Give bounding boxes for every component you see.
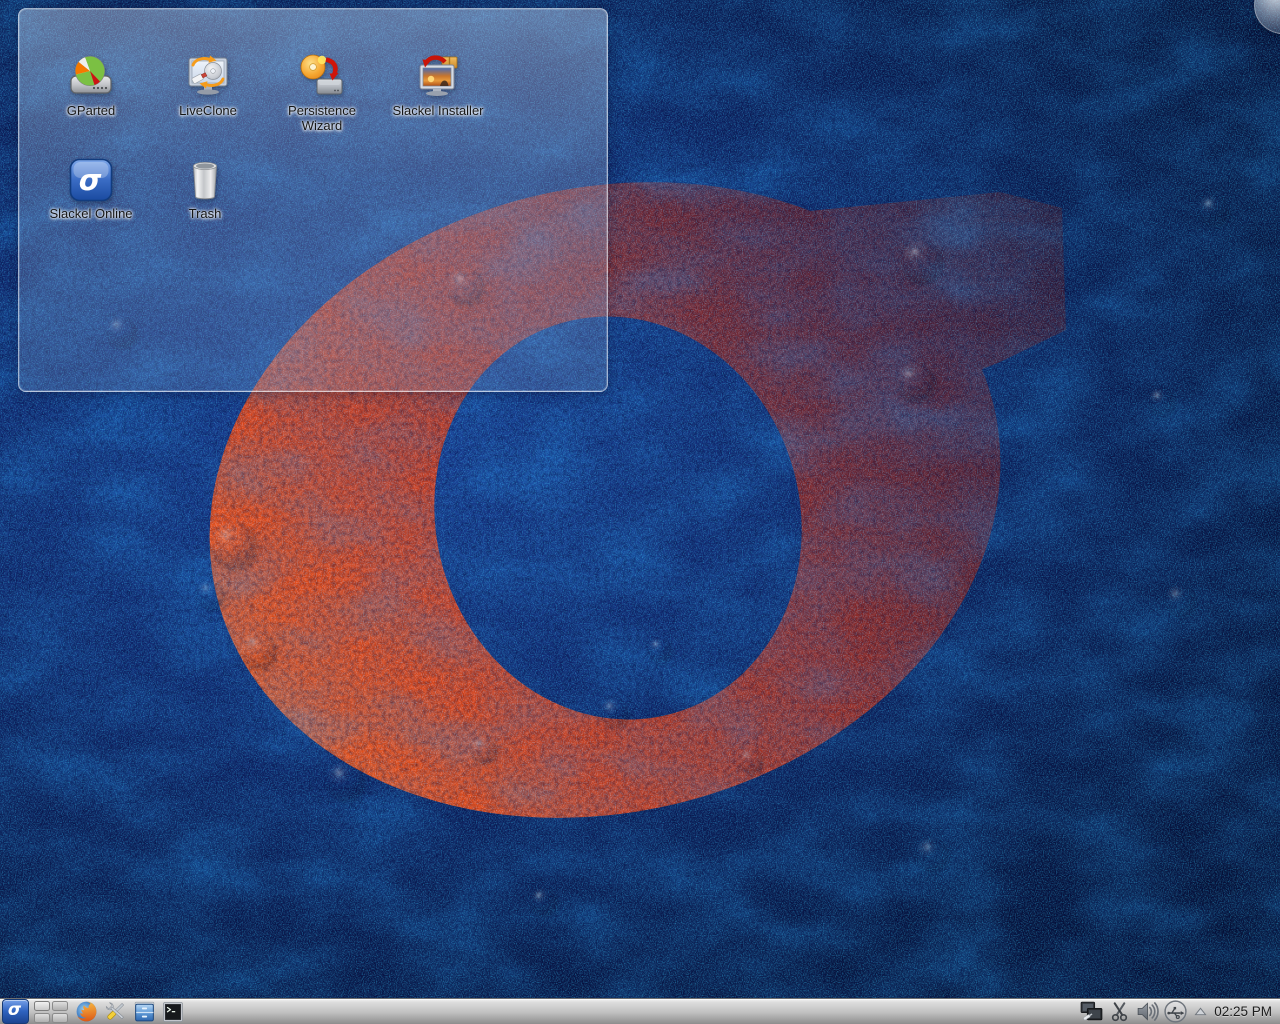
pager-desktop-4[interactable] — [52, 1013, 68, 1023]
taskbar-panel: σ — [0, 998, 1280, 1024]
desktop-icon-slackel-online[interactable]: σ Slackel Online — [36, 156, 146, 222]
usb-device-icon — [1163, 999, 1188, 1024]
desktop-icon-label: LiveClone — [159, 104, 257, 119]
file-manager-launcher[interactable] — [131, 999, 157, 1024]
network-tray-item[interactable] — [1079, 999, 1104, 1024]
desktop-icon-slackel-installer[interactable]: Slackel Installer — [383, 53, 493, 119]
application-launcher-button[interactable]: σ — [2, 999, 29, 1024]
desktop-icon-label: GParted — [42, 104, 140, 119]
virtual-desktop-pager — [34, 1001, 68, 1023]
desktop-icon-label: Slackel Online — [42, 207, 140, 222]
gparted-icon — [67, 53, 115, 101]
slackel-online-icon: σ — [67, 156, 115, 204]
scissors-icon — [1108, 1000, 1131, 1023]
persistence-wizard-icon — [298, 53, 346, 101]
terminal-icon — [161, 1000, 185, 1024]
desktop-icon-trash[interactable]: Trash — [150, 156, 260, 222]
desktop-icon-label: Persistence Wizard — [273, 104, 371, 134]
folder-view-widget: GParted — [18, 8, 608, 392]
device-notifier-tray-item[interactable] — [1163, 999, 1188, 1024]
trash-icon — [181, 156, 229, 204]
pager-desktop-3[interactable] — [34, 1013, 50, 1023]
desktop-icon-liveclone[interactable]: LiveClone — [153, 53, 263, 119]
liveclone-icon — [184, 53, 232, 101]
svg-text:σ: σ — [79, 163, 102, 197]
network-icon — [1079, 999, 1104, 1024]
digital-clock[interactable]: 02:25 PM — [1212, 1004, 1276, 1019]
firefox-launcher[interactable] — [73, 999, 99, 1024]
volume-tray-item[interactable] — [1135, 999, 1160, 1024]
pager-desktop-1[interactable] — [34, 1001, 50, 1011]
desktop-icon-persistence-wizard[interactable]: Persistence Wizard — [267, 53, 377, 134]
slackel-installer-icon — [414, 53, 462, 101]
tray-expander-button[interactable] — [1191, 999, 1209, 1024]
slackel-menu-icon: σ — [8, 1002, 21, 1019]
pager-desktop-2[interactable] — [52, 1001, 68, 1011]
system-settings-launcher[interactable] — [102, 999, 128, 1024]
system-settings-icon — [103, 999, 128, 1024]
file-manager-icon — [132, 999, 157, 1024]
firefox-icon — [74, 999, 99, 1024]
clipboard-tray-item[interactable] — [1107, 999, 1132, 1024]
desktop-icon-label: Slackel Installer — [389, 104, 487, 119]
desktop-icon-label: Trash — [156, 207, 254, 222]
up-arrow-icon — [1193, 1004, 1208, 1019]
desktop-icon-gparted[interactable]: GParted — [36, 53, 146, 119]
terminal-launcher[interactable] — [160, 999, 186, 1024]
speaker-icon — [1135, 999, 1160, 1024]
